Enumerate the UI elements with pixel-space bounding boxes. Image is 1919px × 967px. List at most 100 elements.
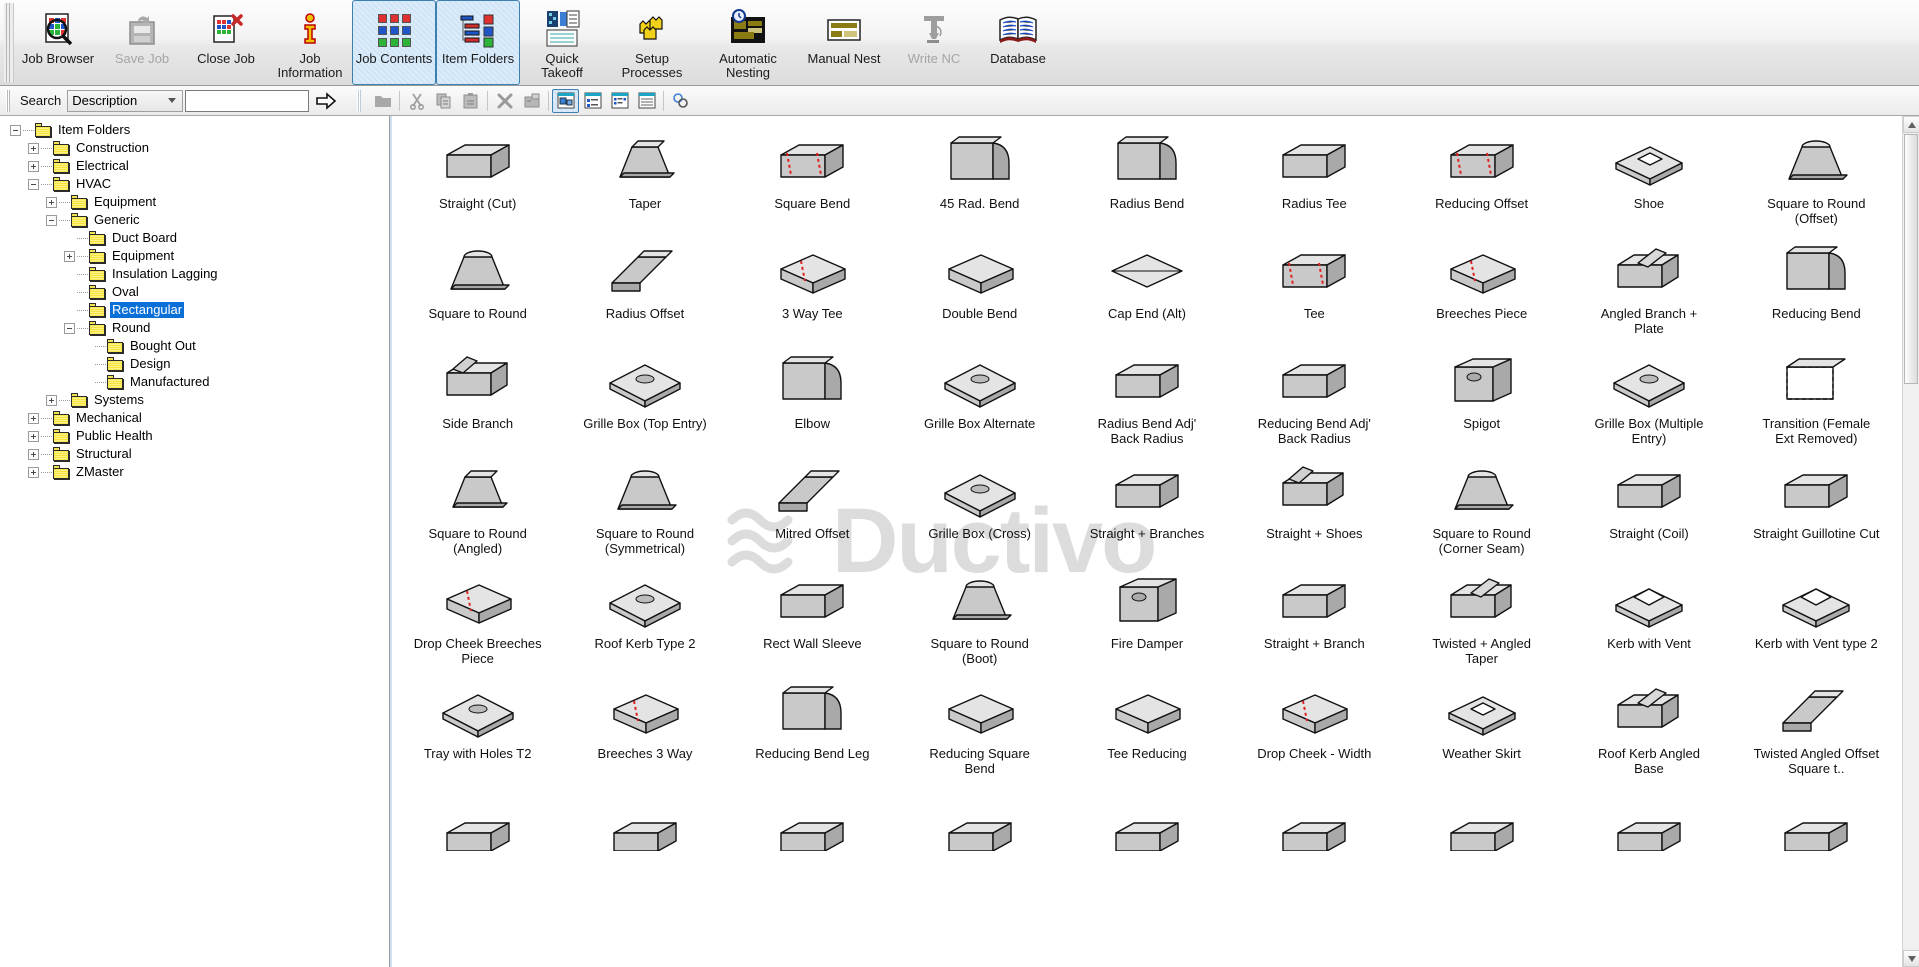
tree-toggle-plus-icon[interactable] xyxy=(28,142,39,154)
item-cell[interactable] xyxy=(729,784,896,894)
tree-node-hvac[interactable]: HVAC xyxy=(0,175,389,193)
ribbon-drag-grip[interactable] xyxy=(4,3,14,82)
ribbon-button-database[interactable]: Database xyxy=(976,0,1060,85)
tree-node-insulation-lagging[interactable]: Insulation Lagging xyxy=(0,265,389,283)
item-cell[interactable]: Grille Box (Cross) xyxy=(896,454,1063,564)
item-cell[interactable]: Reducing Bend Adj' Back Radius xyxy=(1231,344,1398,454)
tree-node-equipment[interactable]: Equipment xyxy=(0,193,389,211)
tree-toggle-plus-icon[interactable] xyxy=(28,466,39,478)
item-cell[interactable]: Side Branch xyxy=(394,344,561,454)
item-cell[interactable]: Roof Kerb Angled Base xyxy=(1565,674,1732,784)
item-cell[interactable]: Cap End (Alt) xyxy=(1063,234,1230,344)
item-cell[interactable]: Reducing Square Bend xyxy=(896,674,1063,784)
item-cell[interactable]: Drop Cheek Breeches Piece xyxy=(394,564,561,674)
item-cell[interactable]: Mitred Offset xyxy=(729,454,896,564)
item-cell[interactable]: Straight + Branch xyxy=(1231,564,1398,674)
item-cell[interactable]: Fire Damper xyxy=(1063,564,1230,674)
item-cell[interactable]: Straight + Shoes xyxy=(1231,454,1398,564)
item-cell[interactable]: Drop Cheek - Width xyxy=(1231,674,1398,784)
item-cell[interactable]: Reducing Bend xyxy=(1733,234,1900,344)
folder-tree[interactable]: Item Folders Construction Electrical HVA… xyxy=(0,116,390,967)
item-cell[interactable]: Tee Reducing xyxy=(1063,674,1230,784)
item-cell[interactable] xyxy=(1733,784,1900,894)
item-cell[interactable]: Tee xyxy=(1231,234,1398,344)
item-cell[interactable]: Spigot xyxy=(1398,344,1565,454)
items-vertical-scrollbar[interactable] xyxy=(1902,116,1919,967)
item-cell[interactable]: Grille Box (Top Entry) xyxy=(561,344,728,454)
tree-node-generic[interactable]: Generic xyxy=(0,211,389,229)
tree-node-zmaster[interactable]: ZMaster xyxy=(0,463,389,481)
ribbon-button-save-job[interactable]: Save Job xyxy=(100,0,184,85)
ribbon-button-item-folders[interactable]: Item Folders xyxy=(436,0,520,85)
scroll-down-button[interactable] xyxy=(1903,950,1919,967)
tree-node-duct-board[interactable]: Duct Board xyxy=(0,229,389,247)
item-cell[interactable]: Grille Box Alternate xyxy=(896,344,1063,454)
ribbon-button-job-contents[interactable]: Job Contents xyxy=(352,0,436,85)
tree-node-round[interactable]: Round xyxy=(0,319,389,337)
item-cell[interactable]: Breeches Piece xyxy=(1398,234,1565,344)
tree-node-design[interactable]: Design xyxy=(0,355,389,373)
tree-node-construction[interactable]: Construction xyxy=(0,139,389,157)
tree-toggle-plus-icon[interactable] xyxy=(46,196,57,208)
item-cell[interactable]: Double Bend xyxy=(896,234,1063,344)
tree-node-manufactured[interactable]: Manufactured xyxy=(0,373,389,391)
item-cell[interactable]: Square to Round (Boot) xyxy=(896,564,1063,674)
item-cell[interactable] xyxy=(561,784,728,894)
scrollbar-thumb[interactable] xyxy=(1904,134,1918,384)
item-cell[interactable] xyxy=(896,784,1063,894)
item-cell[interactable]: Kerb with Vent xyxy=(1565,564,1732,674)
ribbon-button-quick-takeoff[interactable]: Quick Takeoff xyxy=(520,0,604,85)
search-toolbar-grip[interactable] xyxy=(6,89,13,112)
item-cell[interactable]: Angled Branch + Plate xyxy=(1565,234,1732,344)
item-cell[interactable]: Breeches 3 Way xyxy=(561,674,728,784)
item-cell[interactable]: Shoe xyxy=(1565,124,1732,234)
cut-button[interactable] xyxy=(403,89,430,113)
tree-node-structural[interactable]: Structural xyxy=(0,445,389,463)
item-cell[interactable]: Taper xyxy=(561,124,728,234)
tree-toggle-plus-icon[interactable] xyxy=(64,250,75,262)
ribbon-button-setup-processes[interactable]: Setup Processes xyxy=(604,0,700,85)
tree-node-systems[interactable]: Systems xyxy=(0,391,389,409)
item-cell[interactable]: Kerb with Vent type 2 xyxy=(1733,564,1900,674)
item-cell[interactable]: Reducing Bend Leg xyxy=(729,674,896,784)
view-details-button[interactable] xyxy=(633,89,660,113)
tree-node-public-health[interactable]: Public Health xyxy=(0,427,389,445)
ribbon-button-write-nc[interactable]: Write NC xyxy=(892,0,976,85)
item-cell[interactable]: Grille Box (Multiple Entry) xyxy=(1565,344,1732,454)
search-go-button[interactable] xyxy=(309,91,343,110)
tree-toggle-minus-icon[interactable] xyxy=(10,124,21,136)
search-input[interactable] xyxy=(185,89,310,112)
tree-node-equipment[interactable]: Equipment xyxy=(0,247,389,265)
item-cell[interactable]: Tray with Holes T2 xyxy=(394,674,561,784)
tree-toggle-minus-icon[interactable] xyxy=(64,322,75,334)
ribbon-button-close-job[interactable]: Close Job xyxy=(184,0,268,85)
item-cell[interactable]: Straight (Coil) xyxy=(1565,454,1732,564)
edit-toolbar-grip[interactable] xyxy=(357,89,364,112)
search-field-select[interactable]: Description xyxy=(67,89,184,112)
item-cell[interactable]: Transition (Female Ext Removed) xyxy=(1733,344,1900,454)
item-cell[interactable]: Radius Bend Adj' Back Radius xyxy=(1063,344,1230,454)
tree-toggle-plus-icon[interactable] xyxy=(28,448,39,460)
view-options-button[interactable] xyxy=(667,89,694,113)
ribbon-button-manual-nest[interactable]: Manual Nest xyxy=(796,0,892,85)
copy-button[interactable] xyxy=(430,89,457,113)
ribbon-button-job-browser[interactable]: Job Browser xyxy=(16,0,100,85)
properties-button[interactable] xyxy=(518,89,545,113)
tree-toggle-plus-icon[interactable] xyxy=(28,430,39,442)
item-cell[interactable] xyxy=(1231,784,1398,894)
item-cell[interactable]: Twisted + Angled Taper xyxy=(1398,564,1565,674)
item-cell[interactable] xyxy=(1063,784,1230,894)
item-cell[interactable]: Radius Tee xyxy=(1231,124,1398,234)
item-cell[interactable]: Twisted Angled Offset Square t.. xyxy=(1733,674,1900,784)
view-large-icons-button[interactable] xyxy=(552,88,580,113)
item-cell[interactable]: Square to Round (Angled) xyxy=(394,454,561,564)
item-cell[interactable] xyxy=(1565,784,1732,894)
tree-node-bought-out[interactable]: Bought Out xyxy=(0,337,389,355)
tree-toggle-minus-icon[interactable] xyxy=(28,178,39,190)
item-cell[interactable]: Reducing Offset xyxy=(1398,124,1565,234)
item-cell[interactable]: Square to Round (Offset) xyxy=(1733,124,1900,234)
item-cell[interactable]: Straight Guillotine Cut xyxy=(1733,454,1900,564)
new-folder-button[interactable] xyxy=(369,89,396,113)
item-cell[interactable]: 45 Rad. Bend xyxy=(896,124,1063,234)
item-cell[interactable] xyxy=(394,784,561,894)
